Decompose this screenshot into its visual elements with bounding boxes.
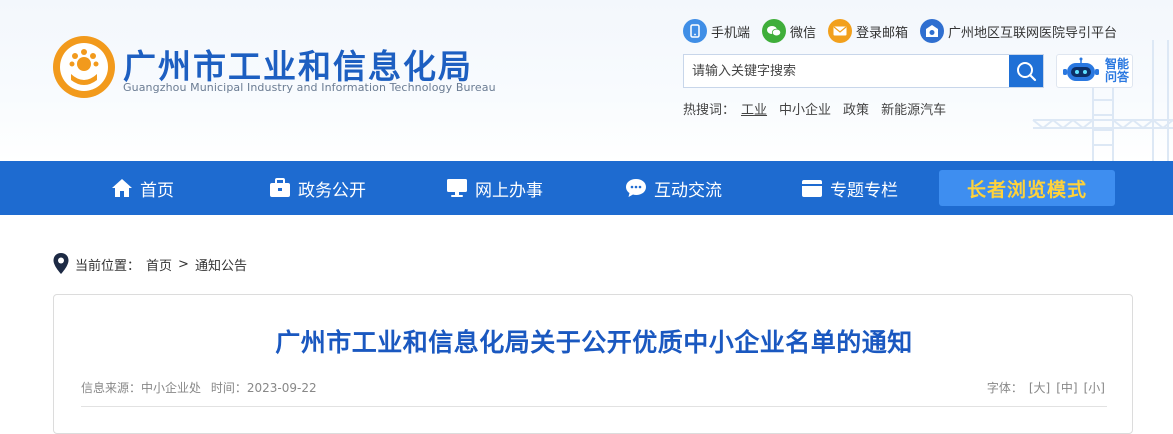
briefcase-icon	[270, 178, 290, 197]
font-size-medium-button[interactable]: [中]	[1056, 379, 1077, 396]
search-box	[683, 54, 1044, 88]
nav-item-online-services[interactable]: 网上办事	[446, 161, 543, 215]
monitor-icon	[447, 179, 467, 197]
font-size-label: 字体：	[986, 381, 1023, 395]
hot-search-label: 热搜词：	[683, 103, 736, 118]
breadcrumb: 当前位置： 首页 > 通知公告	[52, 252, 247, 276]
mobile-link[interactable]: 手机端	[683, 19, 750, 43]
hot-search: 热搜词： 工业 中小企业 政策 新能源汽车	[683, 99, 958, 118]
site-subtitle: Guangzhou Municipal Industry and Informa…	[123, 81, 496, 94]
hospital-link-label: 广州地区互联网医院导引平台	[948, 25, 1118, 41]
wechat-link[interactable]: 微信	[762, 19, 816, 43]
location-pin-icon	[53, 253, 69, 274]
mobile-link-label: 手机端	[711, 25, 751, 41]
chat-icon	[626, 179, 646, 197]
ai-assistant-label: 智能问答	[1104, 57, 1129, 84]
hospital-icon	[920, 19, 945, 43]
hot-keyword[interactable]: 政策	[843, 99, 869, 118]
breadcrumb-label: 当前位置：	[75, 258, 141, 274]
hospital-link[interactable]: 广州地区互联网医院导引平台	[920, 19, 1117, 43]
nav-item-interaction[interactable]: 互动交流	[625, 161, 722, 215]
breadcrumb-separator: >	[178, 256, 189, 272]
hot-keyword[interactable]: 工业	[741, 99, 767, 118]
wechat-icon	[762, 19, 787, 43]
search-input[interactable]	[684, 55, 1010, 87]
breadcrumb-notices[interactable]: 通知公告	[195, 255, 247, 274]
robot-icon	[1063, 57, 1099, 81]
nav-item-label: 网上办事	[475, 180, 543, 201]
top-links: 手机端 微信 登录邮箱 广州地区互联网医院导引平台	[683, 18, 1129, 44]
emblem-icon	[60, 43, 108, 91]
home-icon	[112, 179, 132, 197]
source-value: 中小企业处	[141, 381, 202, 395]
font-size-control: 字体： [大] [中] [小]	[987, 379, 1105, 396]
article-title: 广州市工业和信息化局关于公开优质中小企业名单的通知	[275, 328, 913, 357]
mail-icon	[828, 19, 853, 43]
mobile-icon	[683, 19, 707, 43]
font-size-small-button[interactable]: [小]	[1084, 379, 1105, 396]
nav-item-home[interactable]: 首页	[111, 161, 174, 215]
article-divider	[81, 406, 1107, 407]
search-button[interactable]	[1009, 55, 1043, 87]
source-label: 信息来源：	[81, 381, 142, 395]
article-meta: 信息来源：中小企业处 时间：2023-09-22	[81, 379, 317, 396]
wechat-link-label: 微信	[790, 25, 817, 41]
folder-icon	[802, 180, 822, 197]
nav-item-special-topics[interactable]: 专题专栏	[801, 161, 898, 215]
hot-keyword[interactable]: 新能源汽车	[881, 99, 946, 118]
article-card: 广州市工业和信息化局关于公开优质中小企业名单的通知 信息来源：中小企业处 时间：…	[53, 294, 1133, 434]
font-size-large-button[interactable]: [大]	[1029, 379, 1050, 396]
search-icon	[1017, 62, 1037, 82]
breadcrumb-home[interactable]: 首页	[146, 255, 172, 274]
elder-mode-button[interactable]: 长者浏览模式	[939, 170, 1115, 206]
time-value: 2023-09-22	[246, 381, 317, 395]
nav-item-label: 互动交流	[654, 180, 722, 201]
nav-item-label: 首页	[140, 180, 174, 201]
site-header: 广州市工业和信息化局 Guangzhou Municipal Industry …	[0, 0, 1173, 161]
ai-assistant-button[interactable]: 智能问答	[1056, 54, 1133, 88]
mail-link-label: 登录邮箱	[856, 25, 909, 41]
nav-item-label: 专题专栏	[830, 180, 898, 201]
bureau-emblem-logo[interactable]	[53, 36, 115, 98]
nav-item-gov-affairs[interactable]: 政务公开	[269, 161, 366, 215]
mail-link[interactable]: 登录邮箱	[828, 19, 908, 43]
nav-item-label: 政务公开	[298, 180, 366, 201]
hot-keyword[interactable]: 中小企业	[779, 99, 831, 118]
time-label: 时间：	[210, 381, 247, 395]
